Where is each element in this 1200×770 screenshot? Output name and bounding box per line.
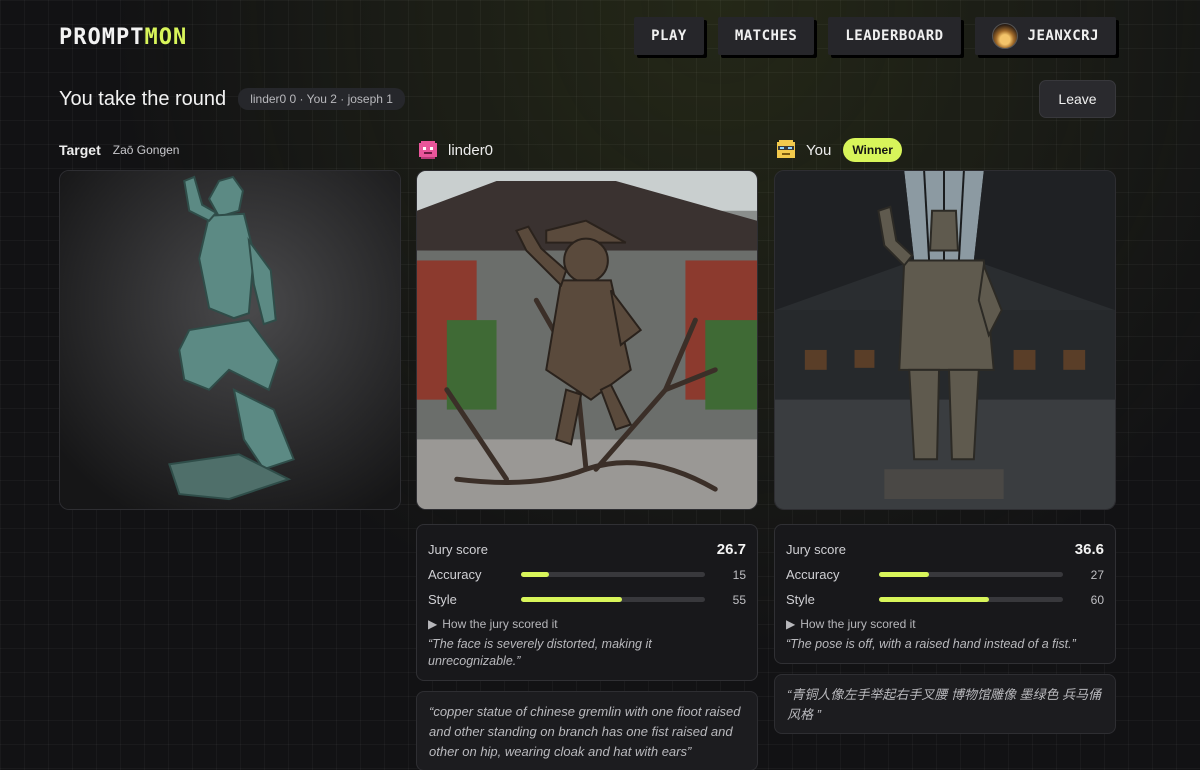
accuracy-bar-fill <box>521 572 549 577</box>
page-title: You take the round <box>59 87 227 110</box>
style-bar <box>521 597 705 602</box>
round-header: You take the round linder0 0 · You 2 · j… <box>59 80 1116 118</box>
winner-badge: Winner <box>843 138 902 162</box>
style-bar-fill <box>521 597 623 602</box>
jury-score-card: Jury score 36.6 Accuracy 27 Style 60 ▶ H… <box>774 524 1116 664</box>
pink-pixel-avatar-icon <box>419 141 437 159</box>
nav-leaderboard-button[interactable]: LEADERBOARD <box>828 17 961 55</box>
prompt-text: “青铜人像左手举起右手叉腰 博物馆雕像 墨绿色 兵马俑风格 ” <box>774 674 1116 734</box>
player-header: You Winner <box>774 134 1116 166</box>
accuracy-label: Accuracy <box>428 567 482 582</box>
scoreline-badge: linder0 0 · You 2 · joseph 1 <box>238 88 405 110</box>
username: JEANXCRJ <box>1027 28 1099 44</box>
jury-score-label: Jury score <box>786 542 846 557</box>
target-name: Zaō Gongen <box>112 143 180 157</box>
style-value: 60 <box>1090 592 1104 607</box>
submission-image[interactable] <box>774 170 1116 510</box>
triangle-right-icon: ▶ <box>786 617 796 631</box>
player-name: linder0 <box>448 141 494 159</box>
jury-details-toggle[interactable]: ▶ How the jury scored it <box>428 614 746 634</box>
accuracy-bar-fill <box>879 572 929 577</box>
logo-text-main: PROMPT <box>59 25 145 50</box>
player-column-you: You Winner Jury score 36.6 Accuracy 27 S… <box>774 134 1116 734</box>
style-row: Style 60 <box>786 587 1104 612</box>
target-header: Target Zaō Gongen <box>59 134 401 166</box>
nav-matches-button[interactable]: MATCHES <box>717 17 815 55</box>
accuracy-bar <box>879 572 1063 577</box>
user-avatar <box>991 23 1018 49</box>
logo-text-accent: MON <box>144 25 188 50</box>
player-name: You <box>806 141 832 159</box>
jury-total-row: Jury score 26.7 <box>428 537 746 562</box>
top-nav: PLAY MATCHES LEADERBOARD JEANXCRJ <box>634 17 1116 55</box>
submission-image[interactable] <box>416 170 758 510</box>
target-image <box>59 170 401 510</box>
jury-details-label: How the jury scored it <box>800 617 916 631</box>
nav-play-button[interactable]: PLAY <box>634 17 704 55</box>
jury-score-total: 36.6 <box>1074 541 1104 558</box>
jury-details-label: How the jury scored it <box>442 617 558 631</box>
promptmon-logo[interactable]: PROMPTMON <box>59 25 187 50</box>
accuracy-value: 27 <box>1090 567 1104 582</box>
style-label: Style <box>428 592 457 607</box>
style-row: Style 55 <box>428 587 746 612</box>
accuracy-label: Accuracy <box>786 567 840 582</box>
jury-comment: “The pose is off, with a raised hand ins… <box>786 637 1076 651</box>
style-bar-fill <box>879 597 990 602</box>
jury-comment: “The face is severely distorted, making … <box>428 637 652 668</box>
accuracy-bar <box>521 572 705 577</box>
style-label: Style <box>786 592 815 607</box>
jury-score-card: Jury score 26.7 Accuracy 15 Style 55 ▶ H… <box>416 524 758 681</box>
jury-total-row: Jury score 36.6 <box>786 537 1104 562</box>
leave-button[interactable]: Leave <box>1039 80 1116 118</box>
player-column-linder0: linder0 Jury score 26.7 Accuracy 15 Styl… <box>416 134 758 770</box>
player-header: linder0 <box>416 134 758 166</box>
accuracy-value: 15 <box>732 567 746 582</box>
jury-details-toggle[interactable]: ▶ How the jury scored it <box>786 614 1104 634</box>
jury-score-label: Jury score <box>428 542 488 557</box>
target-column: Target Zaō Gongen <box>59 134 401 510</box>
prompt-text: “copper statue of chinese gremlin with o… <box>416 691 758 770</box>
accuracy-row: Accuracy 15 <box>428 562 746 587</box>
style-bar <box>879 597 1063 602</box>
yellow-pixel-avatar-icon <box>777 140 795 158</box>
user-menu-button[interactable]: JEANXCRJ <box>974 17 1116 55</box>
triangle-right-icon: ▶ <box>428 617 438 631</box>
style-value: 55 <box>732 592 746 607</box>
jury-score-total: 26.7 <box>716 541 746 558</box>
accuracy-row: Accuracy 27 <box>786 562 1104 587</box>
target-label: Target <box>59 142 101 158</box>
